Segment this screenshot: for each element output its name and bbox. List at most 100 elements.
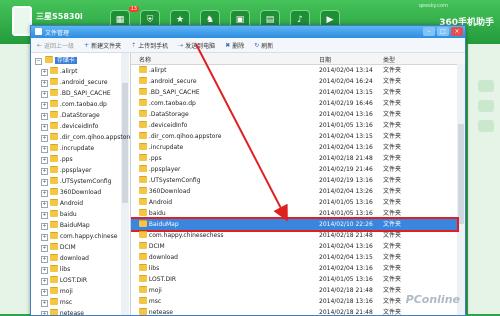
tree-item[interactable]: + BaiduMap (41, 220, 90, 231)
folder-icon (139, 242, 147, 249)
file-type: 文件夹 (383, 133, 402, 140)
expand-icon[interactable]: + (41, 146, 48, 153)
expand-icon[interactable]: + (41, 234, 48, 241)
table-row[interactable]: DCIM 2014/02/04 13:16 文件夹 (131, 241, 457, 252)
tree-scrollbar[interactable] (121, 53, 129, 315)
expand-icon[interactable]: + (41, 91, 48, 98)
tree-item[interactable]: + .com.taobao.dp (41, 99, 107, 110)
tree-item[interactable]: + Android (41, 198, 83, 209)
toolbar-button-refresh[interactable]: ↻ 刷新 (254, 41, 273, 50)
expand-icon[interactable]: + (41, 168, 48, 175)
table-row[interactable]: .BD_SAPI_CACHE 2014/02/04 13:15 文件夹 (131, 87, 457, 98)
toolbar-button-delete[interactable]: ✖ 删除 (225, 41, 244, 50)
table-row[interactable]: .incrupdate 2014/02/04 13:16 文件夹 (131, 142, 457, 153)
folder-icon (50, 210, 58, 217)
tree-item[interactable]: + download (41, 253, 89, 264)
expand-icon[interactable]: + (41, 267, 48, 274)
expand-icon[interactable]: + (41, 190, 48, 197)
tree-item[interactable]: + LOST.DIR (41, 275, 87, 286)
expand-icon[interactable]: + (41, 179, 48, 186)
table-row[interactable]: .dir_com.qihoo.appstore 2014/02/04 13:15 文… (131, 131, 457, 142)
header-name[interactable]: 名称 (139, 55, 151, 64)
file-type: 文件夹 (383, 166, 402, 173)
file-date: 2014/02/10 22:26 (319, 221, 373, 228)
tree-item[interactable]: + moji (41, 286, 73, 297)
maximize-button[interactable]: □ (437, 27, 449, 36)
tree-item[interactable]: + DCIM (41, 242, 76, 253)
folder-icon (50, 199, 58, 206)
tree-item[interactable]: + .alirpt (41, 66, 77, 77)
close-button[interactable]: × (451, 27, 463, 36)
tree-item[interactable]: + libs (41, 264, 70, 275)
tree-item[interactable]: + .incrupdate (41, 143, 94, 154)
expand-icon[interactable]: + (41, 113, 48, 120)
expand-icon[interactable]: + (41, 311, 48, 315)
table-row[interactable]: .android_secure 2014/02/04 16:24 文件夹 (131, 76, 457, 87)
table-row[interactable]: .pps 2014/02/18 21:48 文件夹 (131, 153, 457, 164)
tree-item[interactable]: + 360Download (41, 187, 101, 198)
table-row[interactable]: .deviceidInfo 2014/01/05 13:16 文件夹 (131, 120, 457, 131)
tree-item[interactable]: + .android_secure (41, 77, 108, 88)
table-row[interactable]: .UTSystemConfig 2014/02/19 13:16 文件夹 (131, 175, 457, 186)
header-date[interactable]: 日期 (319, 55, 331, 64)
expand-icon[interactable]: + (41, 124, 48, 131)
table-row[interactable]: Android 2014/01/05 13:16 文件夹 (131, 197, 457, 208)
tree-item[interactable]: + .pps (41, 154, 73, 165)
tree-item[interactable]: + baidu (41, 209, 77, 220)
expand-icon[interactable]: + (41, 157, 48, 164)
header-type[interactable]: 类型 (383, 55, 395, 64)
tree-item[interactable]: + com.happy.chinese (41, 231, 117, 242)
file-type: 文件夹 (383, 144, 402, 151)
table-row[interactable]: 360Download 2014/02/04 13:26 文件夹 (131, 186, 457, 197)
tree-item[interactable]: + .deviceidInfo (41, 121, 98, 132)
table-row[interactable]: .ppsplayer 2014/02/19 21:46 文件夹 (131, 164, 457, 175)
table-row[interactable]: baidu 2014/01/05 13:16 文件夹 (131, 208, 457, 219)
table-row[interactable]: .com.taobao.dp 2014/02/19 16:46 文件夹 (131, 98, 457, 109)
expand-icon[interactable]: + (41, 289, 48, 296)
expand-icon[interactable]: + (41, 102, 48, 109)
expand-icon[interactable]: + (41, 80, 48, 87)
toolbar-button-back[interactable]: ⇤ 返回上一级 (37, 41, 74, 50)
tree-item[interactable]: + .UTSystemConfig (41, 176, 112, 187)
side-tab[interactable] (478, 100, 494, 112)
toolbar-button-plus[interactable]: + 新建文件夹 (84, 41, 121, 50)
table-row-selected[interactable]: BaiduMap 2014/02/10 22:26 文件夹 (131, 217, 459, 232)
expand-icon[interactable]: + (41, 278, 48, 285)
table-row[interactable]: LOST.DIR 2014/01/05 13:16 文件夹 (131, 274, 457, 285)
tree-item-label: Android (59, 200, 84, 207)
window-titlebar[interactable]: 文件管理 – □ × (31, 26, 465, 38)
table-row[interactable]: download 2014/02/04 13:15 文件夹 (131, 252, 457, 263)
folder-icon (50, 254, 58, 261)
expand-icon[interactable]: + (41, 135, 48, 142)
table-row[interactable]: .alirpt 2014/02/04 13:14 文件夹 (131, 65, 457, 76)
toolbar-button-upload[interactable]: ⇡ 上传到手机 (131, 41, 168, 50)
table-row[interactable]: com.happy.chinesechess 2014/02/18 21:48 文件… (131, 230, 457, 241)
file-date: 2014/02/04 13:16 (319, 243, 373, 250)
tree-item[interactable]: + msc (41, 297, 72, 308)
file-date: 2014/02/04 13:16 (319, 144, 373, 151)
table-row[interactable]: .DataStorage 2014/02/04 13:16 文件夹 (131, 109, 457, 120)
tree-item[interactable]: + .dir_com.qihoo.appstore (41, 132, 130, 143)
tree-item[interactable]: + .BD_SAPI_CACHE (41, 88, 111, 99)
tree-item[interactable]: + .ppsplayer (41, 165, 91, 176)
expand-icon[interactable]: + (41, 201, 48, 208)
file-name: .android_secure (148, 78, 197, 85)
expand-icon[interactable]: + (41, 300, 48, 307)
tree-item-label: BaiduMap (59, 222, 90, 229)
folder-icon (50, 100, 58, 107)
expand-icon[interactable]: + (41, 256, 48, 263)
table-row[interactable]: libs 2014/02/04 13:16 文件夹 (131, 263, 457, 274)
side-tab[interactable] (478, 80, 494, 92)
list-scrollbar[interactable] (457, 64, 465, 315)
file-date: 2014/02/04 13:15 (319, 254, 373, 261)
tree-root[interactable]: − 存储卡 (35, 55, 77, 66)
toolbar-button-send[interactable]: ⇢ 发送到电脑 (178, 41, 215, 50)
expand-icon[interactable]: + (41, 223, 48, 230)
expand-icon[interactable]: + (41, 69, 48, 76)
side-tab[interactable] (478, 120, 494, 132)
expand-icon[interactable]: + (41, 212, 48, 219)
tree-item[interactable]: + .DataStorage (41, 110, 100, 121)
collapse-icon[interactable]: − (35, 58, 42, 65)
expand-icon[interactable]: + (41, 245, 48, 252)
minimize-button[interactable]: – (423, 27, 435, 36)
